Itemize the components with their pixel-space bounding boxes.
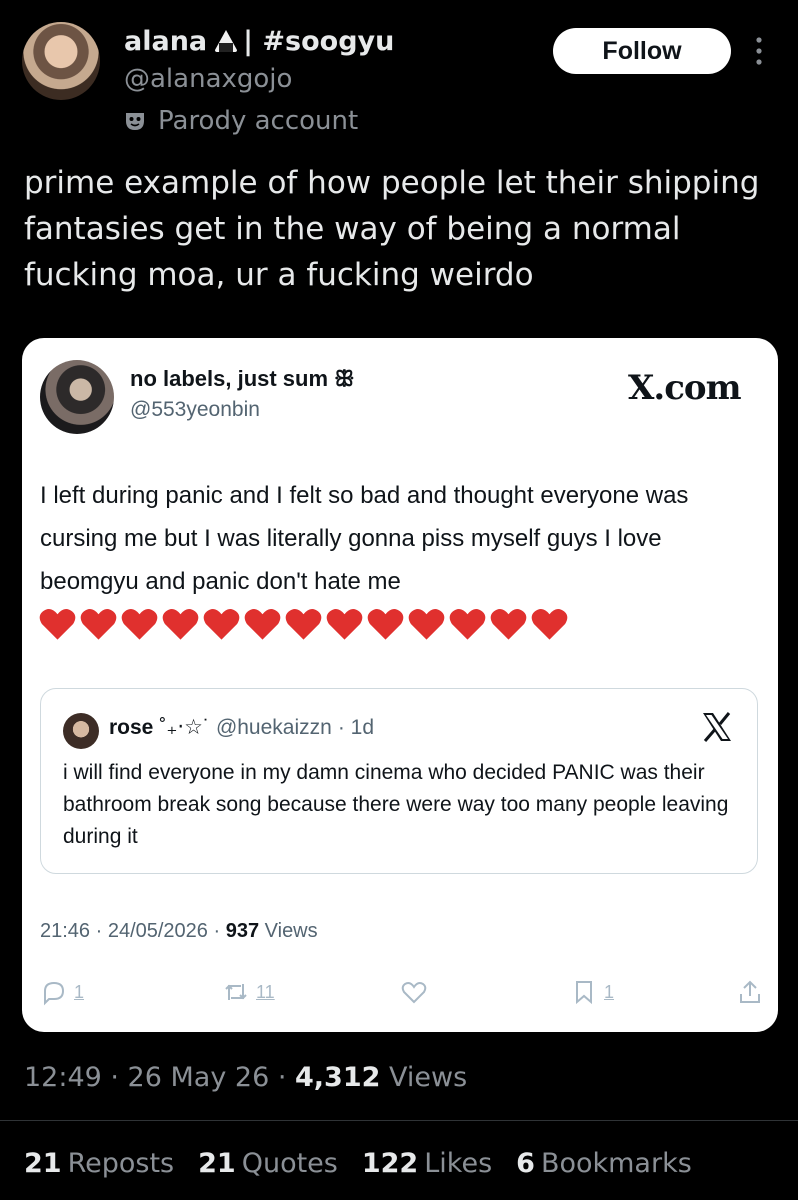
embedded-like	[400, 978, 434, 1006]
stat-bookmarks[interactable]: 6 Bookmarks	[516, 1148, 692, 1179]
quote-name: rose	[109, 715, 154, 739]
stat-bookmarks-count: 6	[516, 1148, 535, 1179]
parody-mask-icon	[126, 113, 144, 130]
quote-name-deco: ˚₊‧☆˙	[159, 716, 210, 739]
author-name-row[interactable]: alana | #soogyu	[124, 24, 394, 58]
embedded-handle: @553yeonbin	[130, 398, 260, 421]
embedded-name: no labels, just sum ꕥ	[130, 366, 355, 391]
stat-likes-label: Likes	[424, 1148, 493, 1179]
stat-reposts[interactable]: 21 Reposts	[24, 1148, 174, 1179]
stat-quotes-count: 21	[198, 1148, 236, 1179]
share-icon	[740, 980, 760, 1003]
x-logo-icon	[703, 712, 731, 742]
like-icon	[401, 982, 427, 1004]
heart-emoji	[326, 608, 363, 640]
quoted-tweet: rose ˚₊‧☆˙ @huekaizzn · 1d i will find e…	[40, 688, 758, 874]
heart-emoji	[408, 608, 445, 640]
stat-reposts-label: Reposts	[67, 1148, 175, 1179]
quote-header: rose ˚₊‧☆˙ @huekaizzn · 1d	[109, 715, 374, 740]
stat-bookmarks-label: Bookmarks	[540, 1148, 692, 1179]
tweet-timestamp[interactable]: 12:49 · 26 May 26 · 4,312 Views	[24, 1062, 467, 1093]
author-name-suffix: | #soogyu	[243, 25, 395, 57]
embedded-share	[736, 978, 770, 1006]
author-display-name[interactable]: alana	[124, 26, 207, 57]
heart-emoji	[285, 608, 322, 640]
embedded-bookmark-count: 1	[604, 981, 615, 1002]
heart-emoji	[162, 608, 199, 640]
onigiri-icon	[215, 30, 238, 52]
heart-emoji	[121, 608, 158, 640]
heart-emoji	[39, 608, 76, 640]
embedded-time: 21:46 · 24/05/2026 ·	[40, 920, 221, 942]
reply-icon	[44, 981, 65, 1006]
repost-icon	[225, 984, 247, 1000]
embedded-meta: 21:46 · 24/05/2026 · 937 Views	[40, 920, 318, 943]
embedded-avatar	[40, 360, 114, 434]
stat-likes-count: 122	[361, 1148, 419, 1179]
author-header: alana | #soogyu @alanaxgojo Parody accou…	[124, 24, 394, 137]
embedded-tweet-image[interactable]: no labels, just sum ꕥ @553yeonbin X.com …	[22, 338, 778, 1032]
embedded-actions: 1 11 1	[40, 978, 760, 1014]
heart-emoji	[244, 608, 281, 640]
quote-age: · 1d	[337, 715, 375, 739]
tweet-text: prime example of how people let their sh…	[24, 165, 760, 293]
more-options-icon[interactable]	[752, 36, 766, 66]
heart-emoji	[367, 608, 404, 640]
embedded-reply: 1	[40, 978, 84, 1006]
heart-emoji	[490, 608, 527, 640]
embedded-reply-count: 1	[74, 981, 85, 1002]
x-com-logo: X.com	[628, 368, 742, 408]
follow-button[interactable]: Follow	[553, 28, 731, 74]
embedded-repost: 11	[222, 978, 275, 1006]
embedded-repost-count: 11	[256, 981, 275, 1002]
quote-avatar	[63, 713, 99, 749]
divider	[0, 1120, 798, 1121]
embedded-views-label: Views	[264, 920, 318, 942]
quote-handle: @huekaizzn	[215, 715, 332, 739]
author-avatar[interactable]	[22, 22, 100, 100]
tweet-views-label: Views	[389, 1062, 468, 1093]
heart-emoji	[531, 608, 568, 640]
embedded-text: I left during panic and I felt so bad an…	[40, 482, 689, 595]
heart-emoji	[80, 608, 117, 640]
heart-emoji	[203, 608, 240, 640]
stat-quotes[interactable]: 21 Quotes	[198, 1148, 338, 1179]
heart-emoji	[449, 608, 486, 640]
parody-label-text: Parody account	[158, 106, 359, 136]
tweet-time[interactable]: 12:49 · 26 May 26 ·	[24, 1062, 286, 1093]
embedded-bookmark: 1	[570, 978, 614, 1006]
stat-quotes-label: Quotes	[241, 1148, 338, 1179]
tweet-views-count: 4,312	[295, 1062, 381, 1093]
bookmark-icon	[576, 981, 592, 1005]
engagement-stats: 21 Reposts 21 Quotes 122 Likes 6 Bookmarks	[24, 1148, 692, 1179]
stat-reposts-count: 21	[24, 1148, 62, 1179]
embedded-views-count: 937	[225, 920, 260, 942]
quote-text: i will find everyone in my damn cinema w…	[63, 761, 729, 848]
author-handle[interactable]: @alanaxgojo	[124, 64, 394, 96]
stat-likes[interactable]: 122 Likes	[362, 1148, 492, 1179]
parody-label: Parody account	[124, 106, 394, 136]
hearts-row	[38, 606, 569, 642]
